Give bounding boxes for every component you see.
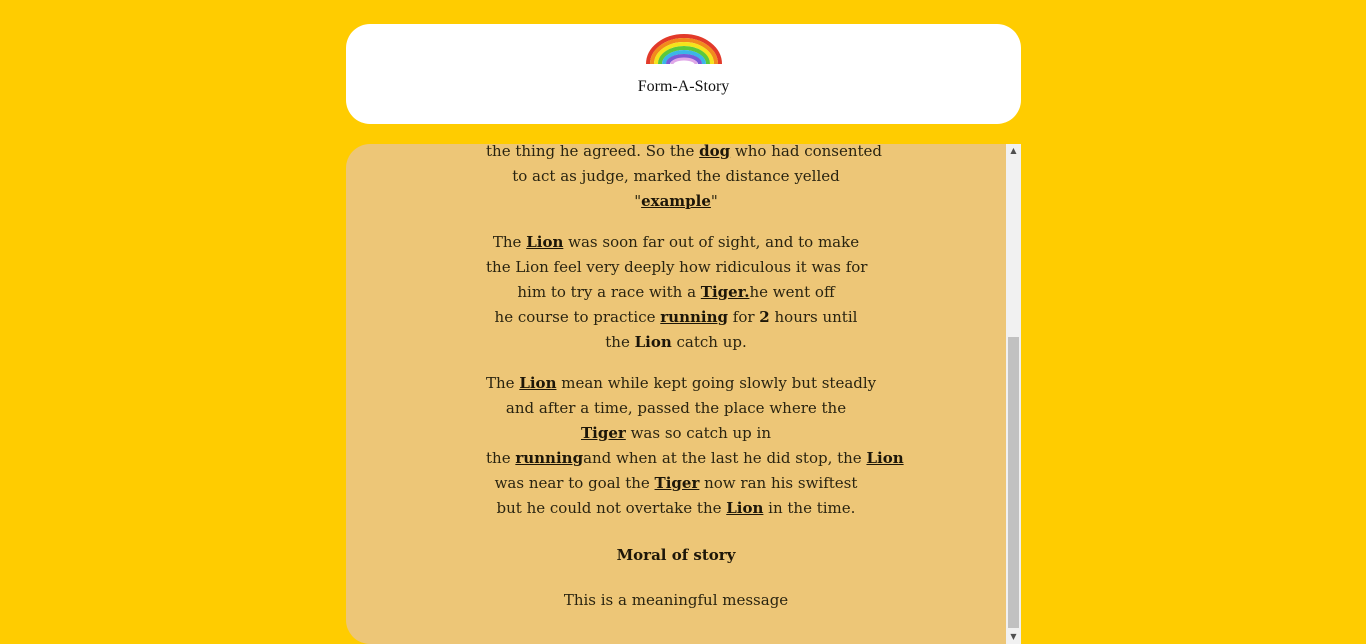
story-text: in the time. bbox=[763, 499, 856, 517]
story-text: and when at the last he did stop, the bbox=[583, 449, 867, 467]
story-keyword[interactable]: Lion bbox=[726, 499, 763, 517]
story-line: The Lion was soon far out of sight, and … bbox=[486, 230, 866, 255]
story-bold-word: 2 bbox=[759, 308, 770, 326]
scroll-down-arrow-icon[interactable]: ▼ bbox=[1006, 630, 1021, 644]
story-keyword[interactable]: Tiger. bbox=[701, 283, 750, 301]
story-panel[interactable]: running a race with the Lion. but for th… bbox=[346, 144, 1021, 644]
story-line: the thing he agreed. So the dog who had … bbox=[486, 144, 882, 164]
story-keyword[interactable]: Tiger bbox=[581, 424, 626, 442]
story-keyword[interactable]: running bbox=[660, 308, 728, 326]
scroll-up-arrow-icon[interactable]: ▲ bbox=[1006, 144, 1021, 158]
story-keyword[interactable]: Lion bbox=[866, 449, 903, 467]
story-text: " bbox=[710, 192, 718, 210]
story-text: he went off bbox=[749, 283, 835, 301]
story-line: but he could not overtake the Lion in th… bbox=[486, 496, 866, 521]
story-bold-word: Lion bbox=[634, 333, 672, 351]
story-text: the bbox=[605, 333, 635, 351]
story-line: the Lion catch up. bbox=[486, 330, 866, 355]
story-text: was so catch up in bbox=[625, 424, 771, 442]
header-card: Form-A-Story bbox=[346, 24, 1021, 124]
story-viewport[interactable]: running a race with the Lion. but for th… bbox=[346, 144, 1006, 644]
story-line: "example" bbox=[486, 189, 866, 214]
story-text: the thing he agreed. So the bbox=[486, 144, 700, 160]
story-text: but he could not overtake the bbox=[496, 499, 727, 517]
story-keyword[interactable]: Tiger bbox=[655, 474, 700, 492]
story-text: who had consented bbox=[730, 144, 883, 160]
story-text: The bbox=[492, 233, 527, 251]
story-paragraph: The Lion was soon far out of sight, and … bbox=[486, 230, 868, 355]
moral-heading: Moral of story bbox=[616, 546, 736, 564]
story-keyword[interactable]: Lion bbox=[526, 233, 563, 251]
story-text: hours until bbox=[769, 308, 858, 326]
story-paragraph: running a race with the Lion. but for th… bbox=[486, 144, 882, 214]
story-text: catch up. bbox=[671, 333, 747, 351]
story-paragraph: The Lion mean while kept going slowly bu… bbox=[486, 371, 904, 521]
story-line: the runningand when at the last he did s… bbox=[486, 446, 904, 471]
story-text: him to try a race with a bbox=[517, 283, 701, 301]
story-text: now ran his swiftest bbox=[699, 474, 858, 492]
story-text: to act as judge, marked the distance yel… bbox=[512, 167, 840, 185]
story-line: Tiger was so catch up in bbox=[486, 421, 866, 446]
scrollbar-thumb[interactable] bbox=[1008, 337, 1019, 628]
story-text: he course to practice bbox=[494, 308, 661, 326]
story-line: to act as judge, marked the distance yel… bbox=[486, 164, 866, 189]
story-line: he course to practice running for 2 hour… bbox=[486, 305, 866, 330]
story-line: was near to goal the Tiger now ran his s… bbox=[486, 471, 866, 496]
story-paragraphs: running a race with the Lion. but for th… bbox=[346, 144, 1006, 521]
story-text: the Lion feel very deeply how ridiculous… bbox=[486, 258, 868, 276]
story-content: running a race with the Lion. but for th… bbox=[346, 144, 1006, 613]
story-text: and after a time, passed the place where… bbox=[505, 399, 847, 417]
story-text: the bbox=[486, 449, 516, 467]
story-text: The bbox=[486, 374, 520, 392]
vertical-scrollbar[interactable]: ▲ ▼ bbox=[1006, 144, 1021, 644]
moral-text: This is a meaningful message bbox=[563, 591, 789, 609]
story-keyword[interactable]: running bbox=[515, 449, 583, 467]
rainbow-icon bbox=[646, 34, 722, 64]
story-keyword[interactable]: Lion bbox=[519, 374, 556, 392]
app-title: Form-A-Story bbox=[637, 78, 730, 95]
story-line: him to try a race with a Tiger.he went o… bbox=[486, 280, 866, 305]
story-text: was near to goal the bbox=[494, 474, 655, 492]
story-keyword[interactable]: example bbox=[641, 192, 711, 210]
story-keyword[interactable]: dog bbox=[699, 144, 730, 160]
story-text: for bbox=[728, 308, 760, 326]
story-line: the Lion feel very deeply how ridiculous… bbox=[486, 255, 868, 280]
story-line: The Lion mean while kept going slowly bu… bbox=[486, 371, 876, 396]
story-text: mean while kept going slowly but steadly bbox=[556, 374, 877, 392]
story-line: and after a time, passed the place where… bbox=[486, 396, 866, 421]
story-text: was soon far out of sight, and to make bbox=[563, 233, 860, 251]
